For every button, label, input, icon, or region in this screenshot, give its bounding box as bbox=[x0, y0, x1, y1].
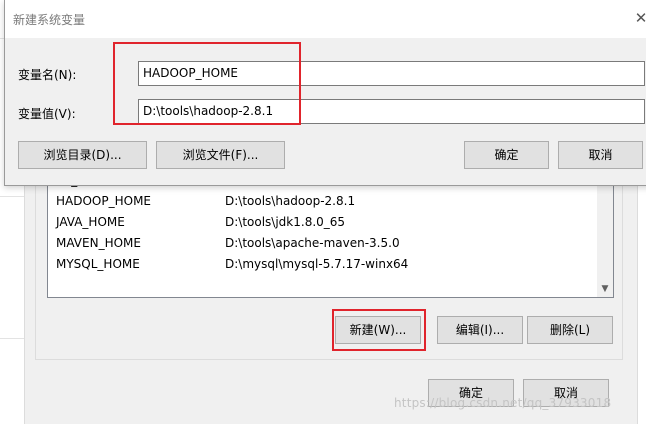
screen: ES_HOME D:\tools\elasticsearch-6.5.1 HAD… bbox=[0, 0, 646, 424]
browse-file-button[interactable]: 浏览文件(F)... bbox=[156, 141, 285, 169]
divider bbox=[0, 196, 24, 197]
var-value-cell: D:\tools\apache-maven-3.5.0 bbox=[225, 236, 400, 250]
table-row[interactable]: MYSQL_HOME D:\mysql\mysql-5.7.17-winx64 bbox=[48, 254, 598, 275]
dialog-titlebar[interactable]: 新建系统变量 ✕ bbox=[5, 0, 646, 38]
var-value-cell: D:\tools\jdk1.8.0_65 bbox=[225, 215, 346, 229]
variable-value-label: 变量值(V): bbox=[18, 107, 76, 121]
var-value-cell: D:\tools\hadoop-2.8.1 bbox=[225, 194, 356, 208]
table-row[interactable]: JAVA_HOME D:\tools\jdk1.8.0_65 bbox=[48, 212, 598, 233]
dialog-title: 新建系统变量 bbox=[13, 13, 86, 27]
scroll-down-icon[interactable]: ▼ bbox=[597, 281, 613, 297]
browse-directory-button[interactable]: 浏览目录(D)... bbox=[18, 141, 147, 169]
cancel-button[interactable]: 取消 bbox=[558, 141, 643, 169]
var-name-cell: HADOOP_HOME bbox=[56, 194, 152, 208]
highlight-box bbox=[332, 309, 426, 351]
watermark: https://blog.csdn.net/qq_37933018 bbox=[394, 396, 612, 410]
ok-button[interactable]: 确定 bbox=[464, 141, 549, 169]
var-value-cell: D:\mysql\mysql-5.7.17-winx64 bbox=[225, 257, 409, 271]
divider bbox=[0, 338, 24, 339]
var-name-cell: MYSQL_HOME bbox=[56, 257, 140, 271]
close-icon[interactable]: ✕ bbox=[631, 8, 646, 28]
highlight-box bbox=[113, 42, 301, 125]
list-scrollbar[interactable]: ▲ ▼ bbox=[597, 169, 613, 297]
table-row[interactable]: HADOOP_HOME D:\tools\hadoop-2.8.1 bbox=[48, 191, 598, 212]
var-name-cell: JAVA_HOME bbox=[56, 215, 125, 229]
system-variables-list[interactable]: ES_HOME D:\tools\elasticsearch-6.5.1 HAD… bbox=[47, 168, 614, 298]
edit-variable-button[interactable]: 编辑(I)... bbox=[437, 316, 523, 344]
variable-name-label: 变量名(N): bbox=[18, 68, 77, 82]
delete-variable-button[interactable]: 删除(L) bbox=[527, 316, 613, 344]
var-name-cell: MAVEN_HOME bbox=[56, 236, 141, 250]
table-row[interactable]: MAVEN_HOME D:\tools\apache-maven-3.5.0 bbox=[48, 233, 598, 254]
new-system-variable-dialog: 新建系统变量 ✕ 变量名(N): HADOOP_HOME 变量值(V): D:\… bbox=[4, 0, 646, 186]
